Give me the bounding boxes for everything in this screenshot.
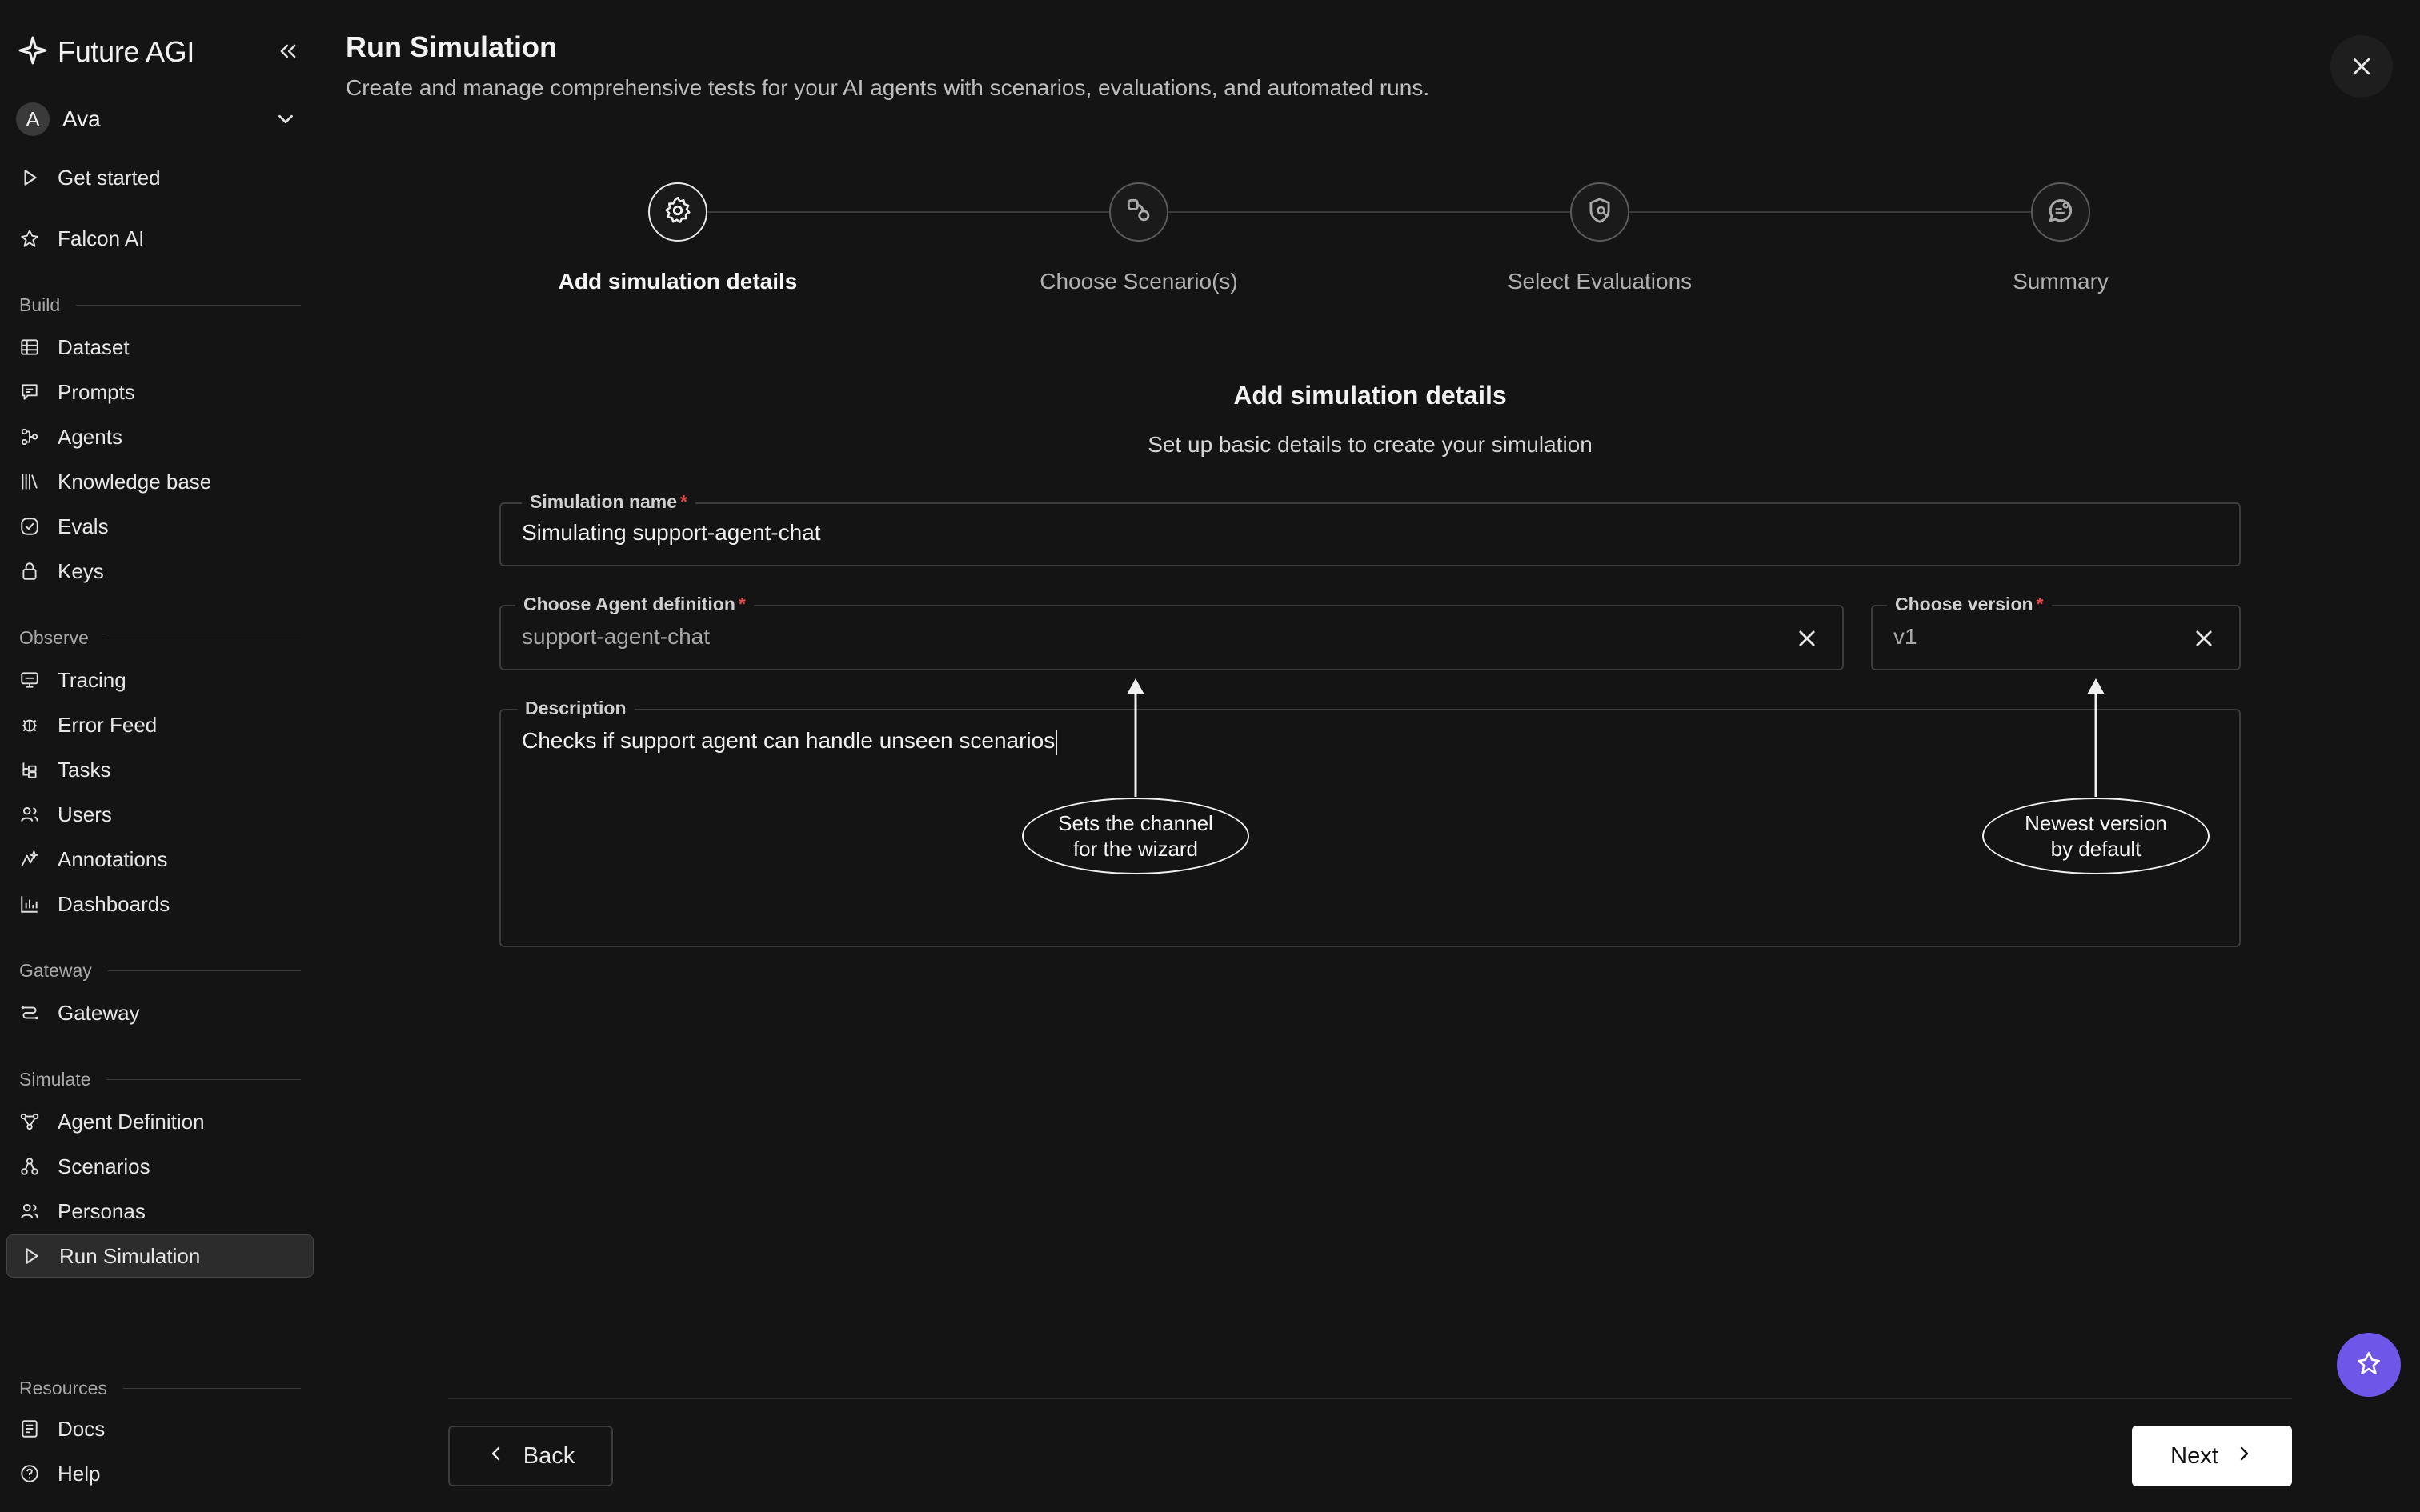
- falcon-icon: [2355, 1350, 2382, 1381]
- next-button[interactable]: Next: [2132, 1426, 2292, 1486]
- annotation-arrows: [1127, 678, 2105, 797]
- assistant-fab-button[interactable]: [2337, 1333, 2401, 1397]
- footer-divider: [448, 1398, 2292, 1399]
- next-label: Next: [2170, 1442, 2218, 1469]
- back-button[interactable]: Back: [448, 1426, 613, 1486]
- callout-version: Newest version by default: [1982, 798, 2210, 874]
- chevron-right-icon: [2234, 1443, 2254, 1470]
- back-label: Back: [523, 1442, 575, 1469]
- chevron-left-icon: [487, 1443, 506, 1470]
- callout-agent-definition: Sets the channel for the wizard: [1022, 798, 1249, 874]
